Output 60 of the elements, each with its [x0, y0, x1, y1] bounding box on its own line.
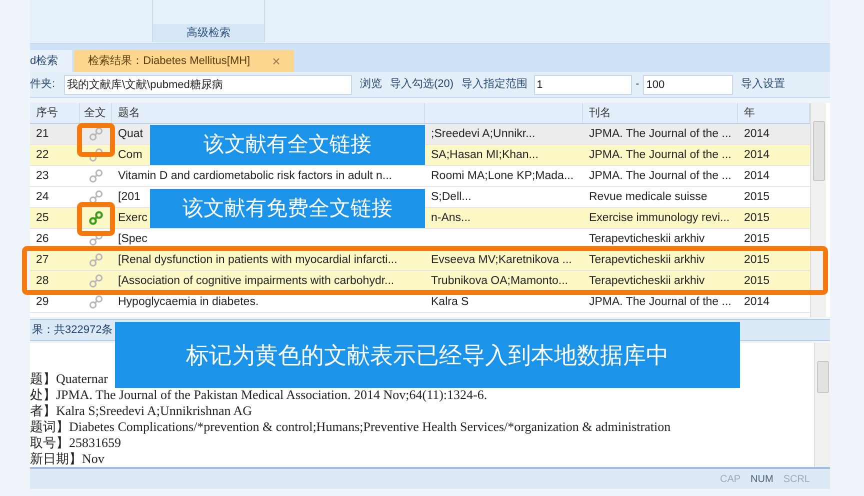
detail-line: 取号】25831659: [30, 435, 122, 451]
detail-line: 题词】Diabetes Complications/*prevention & control;Humans;Preventive Health Services/*organization & administration: [30, 419, 672, 435]
table-cell-text: [201: [118, 190, 140, 204]
table-cell-text: Com: [118, 148, 142, 162]
table-cell-text: 2014: [744, 126, 770, 142]
table-cell-text: 2015: [744, 252, 770, 268]
table-cell-text: Kalra S: [431, 294, 469, 310]
table-cell-text: 2014: [744, 148, 770, 162]
table-cell-text: 27: [36, 252, 49, 268]
status-indicator: CAP: [720, 472, 741, 486]
ribbon-group-label: 高级检索: [153, 24, 264, 42]
table-cell-text: JPMA. The Journal of the ...: [589, 168, 732, 184]
table-cell-text: JPMA. The Journal of the ...: [589, 294, 732, 310]
table-cell-text: JPMA. The Journal of the ...: [589, 126, 732, 142]
status-indicator: NUM: [750, 472, 774, 486]
table-cell-text: 24: [36, 190, 49, 204]
table-cell-text: Terapevticheskii arkhiv: [589, 232, 705, 246]
table-cell-text: 23: [36, 168, 49, 184]
table-cell-text: Evseeva MV;Karetnikova ...: [431, 252, 572, 268]
table-cell-text: Roomi MA;Lone KP;Mada...: [431, 168, 574, 184]
table-cell-text: 2015: [744, 210, 770, 226]
table-cell-text: 22: [36, 148, 49, 162]
table-cell-text: Hypoglycaemia in diabetes.: [118, 294, 259, 310]
table-cell-text: 28: [36, 274, 49, 288]
detail-line: 新日期】Nov: [30, 451, 106, 467]
table-cell-text: 26: [36, 232, 49, 246]
table-cell-text: 25: [36, 210, 49, 226]
table-cell-text: [Association of cognitive impairments with carbohydr...: [118, 274, 394, 288]
table-cell-text: 2015: [744, 190, 770, 204]
table-cell-text: [Spec: [118, 232, 148, 246]
table-cell-text: SA;Hasan MI;Khan...: [431, 148, 538, 162]
table-cell-text: ;Sreedevi A;Unnikr...: [431, 126, 536, 142]
table-cell-text: Terapevticheskii arkhiv: [589, 252, 705, 268]
table-cell-text: 2014: [744, 294, 770, 310]
range-separator: -: [636, 77, 640, 92]
result-count: 果：共322972条: [32, 324, 113, 336]
table-cell-text: 29: [36, 294, 49, 310]
table-cell-text: S;Dell...: [431, 190, 472, 204]
table-cell-text: Vitamin D and cardiometabolic risk factors in adult n...: [118, 168, 392, 184]
table-cell-text: 2015: [744, 232, 770, 246]
table-cell-text: 21: [36, 126, 49, 142]
detail-line: 者】Kalra S;Sreedevi A;Unnikrishnan AG: [30, 403, 254, 419]
table-cell-text: Exerc: [118, 210, 148, 226]
folder-label: 件夹:: [30, 77, 56, 92]
annotation-tooltip: 该文献有全文链接: [150, 125, 425, 165]
table-cell-text: JPMA. The Journal of the ...: [589, 148, 732, 162]
table-cell-text: Quat: [118, 126, 143, 142]
table-cell-text: n-Ans...: [431, 210, 471, 226]
annotation-tooltip: 标记为黄色的文献表示已经导入到本地数据库中: [115, 322, 740, 388]
table-cell-text: Exercise immunology revi...: [589, 210, 730, 226]
table-cell-text: Trubnikova OA;Mamonto...: [431, 274, 568, 288]
detail-line: 题】Quaternar: [30, 371, 109, 387]
table-cell-text: Terapevticheskii arkhiv: [589, 274, 705, 288]
table-cell-text: Revue medicale suisse: [589, 190, 708, 204]
detail-line: 处】JPMA. The Journal of the Pakistan Medical Association. 2014 Nov;64(11):1324-6.: [30, 387, 488, 403]
table-cell-text: 2014: [744, 168, 770, 184]
table-cell-text: 2015: [744, 274, 770, 288]
status-indicator: SCRL: [783, 472, 810, 486]
table-cell-text: [Renal dysfunction in patients with myocardial infarcti...: [118, 252, 398, 268]
annotation-tooltip: 该文献有免费全文链接: [150, 189, 425, 228]
